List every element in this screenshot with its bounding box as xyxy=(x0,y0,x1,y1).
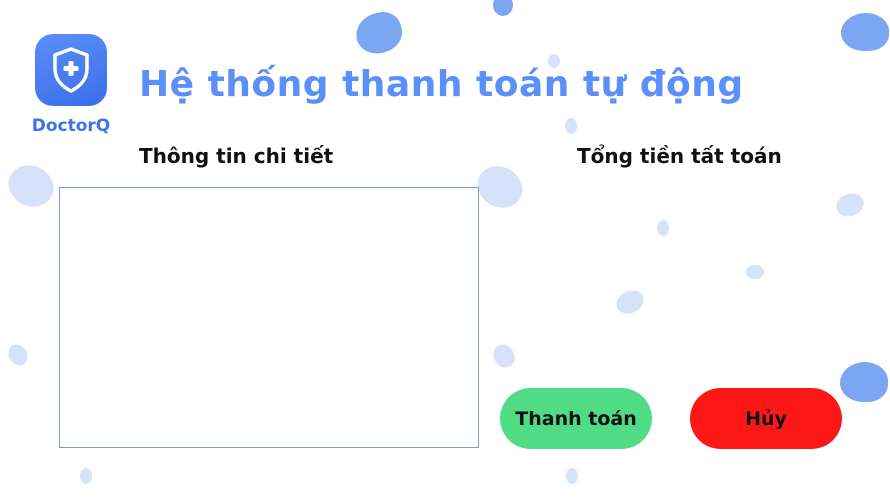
details-textarea[interactable] xyxy=(59,187,479,448)
decor-blob xyxy=(840,362,888,402)
cancel-button[interactable]: Hủy xyxy=(690,388,842,449)
decor-blob xyxy=(493,0,513,16)
decor-blob xyxy=(841,13,889,51)
decor-blob xyxy=(612,286,648,318)
shield-plus-icon xyxy=(35,34,107,106)
decor-blob xyxy=(566,468,578,484)
logo-text: DoctorQ xyxy=(31,116,111,136)
details-heading: Thông tin chi tiết xyxy=(139,144,334,168)
decor-blob xyxy=(351,7,407,59)
decor-blob xyxy=(833,189,867,221)
shield-icon xyxy=(53,47,89,93)
app-logo: DoctorQ xyxy=(26,34,116,136)
decor-blob xyxy=(657,220,669,236)
decor-blob xyxy=(565,118,577,134)
total-heading: Tổng tiền tất toán xyxy=(577,144,782,168)
pay-button[interactable]: Thanh toán xyxy=(500,388,652,449)
decor-blob xyxy=(1,158,61,214)
decor-blob xyxy=(80,468,92,484)
decor-blob xyxy=(4,340,32,370)
page-title: Hệ thống thanh toán tự động xyxy=(139,64,744,105)
decor-blob xyxy=(470,158,530,216)
decor-blob xyxy=(746,265,764,279)
decor-blob xyxy=(489,340,519,372)
